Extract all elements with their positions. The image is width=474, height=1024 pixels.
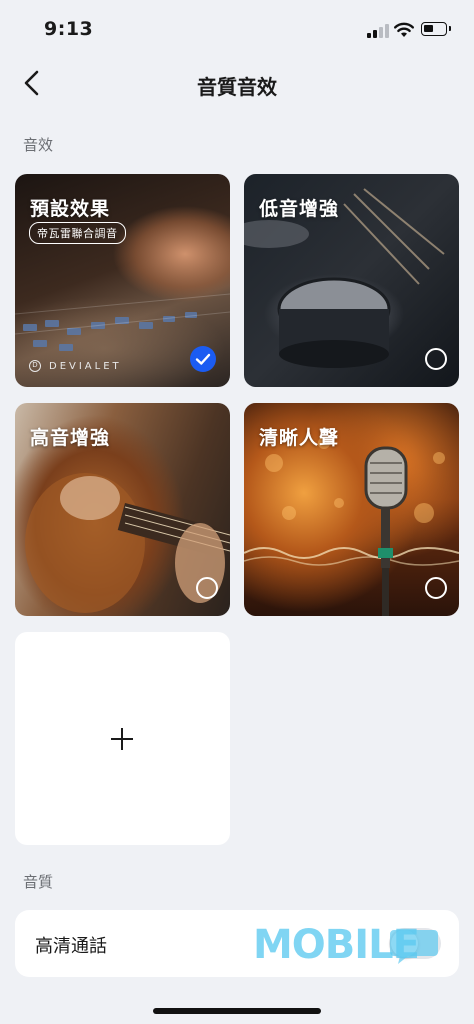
- devialet-brand: D DEVIALET: [29, 360, 122, 372]
- watermark-bubble-icon: [390, 930, 438, 964]
- section-label-sound-quality: 音質: [23, 873, 54, 891]
- selected-check-icon[interactable]: [190, 346, 216, 372]
- plus-icon: [111, 728, 133, 750]
- effect-card-clear-vocal[interactable]: 清晰人聲: [244, 403, 459, 616]
- hd-call-label: 高清通話: [35, 936, 107, 957]
- effect-card-title: 低音增強: [259, 198, 340, 220]
- devialet-logo-icon: D: [29, 360, 41, 372]
- effect-card-title: 清晰人聲: [259, 427, 340, 449]
- status-time: 9:13: [44, 18, 94, 40]
- unselected-radio-icon[interactable]: [196, 577, 218, 599]
- wifi-icon: [394, 22, 414, 37]
- battery-icon: [421, 22, 451, 36]
- effect-card-title: 預設效果: [30, 198, 111, 220]
- page-title: 音質音效: [197, 75, 277, 99]
- cellular-signal-icon: [367, 24, 389, 38]
- devialet-tuning-badge: 帝瓦雷聯合調音: [29, 222, 126, 244]
- brand-name: DEVIALET: [49, 360, 122, 372]
- effect-card-title: 高音增強: [30, 427, 111, 449]
- add-custom-effect-button[interactable]: [15, 632, 230, 845]
- nav-bar: 音質音效: [0, 58, 474, 110]
- effect-card-default[interactable]: 預設效果 帝瓦雷聯合調音 D DEVIALET: [15, 174, 230, 387]
- status-bar: 9:13: [0, 0, 474, 58]
- unselected-radio-icon[interactable]: [425, 348, 447, 370]
- section-label-sound-effects: 音效: [23, 136, 54, 154]
- unselected-radio-icon[interactable]: [425, 577, 447, 599]
- home-indicator[interactable]: [153, 1008, 321, 1014]
- effect-card-treble-boost[interactable]: 高音增強: [15, 403, 230, 616]
- effect-card-bass-boost[interactable]: 低音增強: [244, 174, 459, 387]
